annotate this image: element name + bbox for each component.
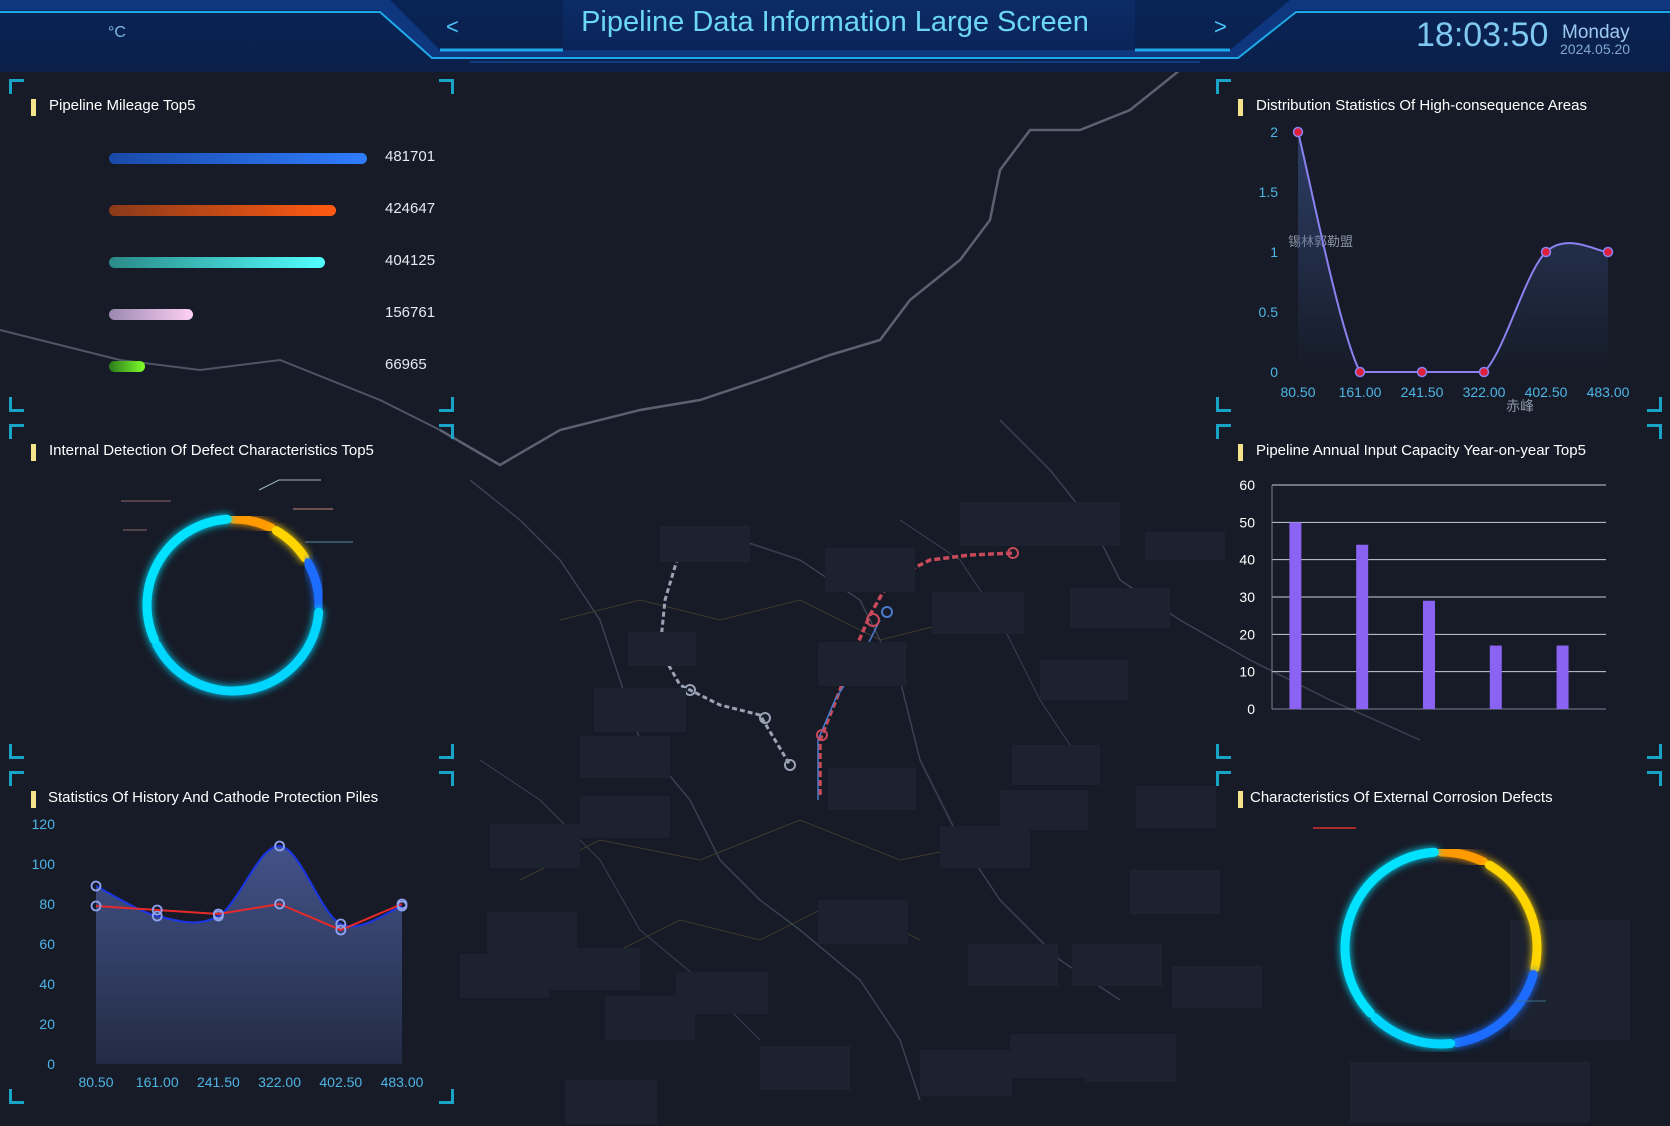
- mileage-bar: [109, 309, 193, 320]
- high-consequence-line-chart[interactable]: 0 0.5 1 1.5 2 80.50 161.00 241.50 322.00 402.50 48…: [1216, 79, 1662, 412]
- y-tick-label: 1: [1270, 244, 1278, 260]
- ring-segment[interactable]: [228, 514, 276, 533]
- ring-segment[interactable]: [1452, 970, 1538, 1048]
- x-tick-label: 483.00: [1587, 384, 1630, 400]
- x-tick-label: 241.50: [1401, 384, 1444, 400]
- x-tick-label: 161.00: [136, 1074, 179, 1090]
- panel-corner: [9, 79, 24, 94]
- mileage-bar: [109, 361, 145, 372]
- panel-annual-input: Pipeline Annual Input Capacity Year-on-y…: [1216, 424, 1662, 759]
- mileage-value: 481701: [385, 148, 436, 165]
- ring-segment[interactable]: [1436, 847, 1489, 867]
- data-point[interactable]: [1540, 246, 1552, 258]
- bar[interactable]: [1489, 645, 1502, 709]
- x-tick-label: 322.00: [258, 1074, 301, 1090]
- ring-segment[interactable]: [142, 514, 232, 645]
- panel-high-consequence: Distribution Statistics Of High-conseque…: [1216, 79, 1662, 412]
- clock-time: 18:03:50: [1416, 16, 1549, 54]
- y-tick-label: 20: [39, 1016, 55, 1032]
- panel-internal-defects: Internal Detection Of Defect Characteris…: [9, 424, 454, 759]
- x-tick-label: 161.00: [1339, 384, 1382, 400]
- line-area-fill: [1298, 132, 1608, 372]
- ring-segment[interactable]: [303, 558, 324, 611]
- ring-segment[interactable]: [1370, 1013, 1456, 1049]
- y-tick-label: 10: [1239, 664, 1255, 680]
- y-tick-label: 0: [1247, 701, 1255, 717]
- y-tick-label: 50: [1239, 514, 1255, 530]
- mileage-value: 156761: [385, 304, 436, 321]
- annual-input-bar-chart[interactable]: 0 10 20 30 40 50 60: [1216, 424, 1662, 759]
- mileage-bar: [109, 153, 367, 164]
- panel-corner: [439, 397, 454, 412]
- data-point[interactable]: [1354, 366, 1366, 378]
- bar[interactable]: [1422, 600, 1435, 709]
- ring-segment[interactable]: [1340, 847, 1439, 1018]
- y-tick-label: 120: [32, 816, 56, 832]
- x-tick-label: 483.00: [381, 1074, 424, 1090]
- bar[interactable]: [1289, 522, 1302, 709]
- data-point[interactable]: [1416, 366, 1428, 378]
- external-corrosion-ring-chart[interactable]: [1216, 771, 1662, 1104]
- ring-segment[interactable]: [152, 607, 324, 696]
- internal-defects-ring-chart[interactable]: [9, 424, 454, 759]
- y-tick-label: 40: [1239, 552, 1255, 568]
- y-tick-label: 30: [1239, 589, 1255, 605]
- leader-line: [258, 479, 321, 491]
- panel-corner: [439, 79, 454, 94]
- panel-pipeline-mileage: Pipeline Mileage Top5 481701 424647 404125…: [9, 79, 454, 412]
- area-fill: [96, 845, 402, 1064]
- mileage-value: 404125: [385, 252, 436, 269]
- data-point[interactable]: [1602, 246, 1614, 258]
- x-tick-label: 80.50: [1280, 384, 1315, 400]
- next-page-button[interactable]: >: [1214, 14, 1227, 40]
- y-tick-label: 1.5: [1259, 184, 1279, 200]
- x-tick-label: 322.00: [1463, 384, 1506, 400]
- y-tick-label: 40: [39, 976, 55, 992]
- y-tick-label: 100: [32, 856, 56, 872]
- x-tick-label: 402.50: [319, 1074, 362, 1090]
- bar[interactable]: [1556, 645, 1569, 709]
- x-tick-label: 402.50: [1525, 384, 1568, 400]
- ring-segment[interactable]: [1484, 860, 1542, 973]
- panel-cathode-protection: Statistics Of History And Cathode Protec…: [9, 771, 454, 1104]
- data-point[interactable]: [1292, 126, 1304, 138]
- mileage-bar: [109, 257, 326, 268]
- data-point[interactable]: [1478, 366, 1490, 378]
- mileage-value: 424647: [385, 200, 436, 217]
- ring-segment[interactable]: [271, 526, 310, 563]
- x-tick-label: 241.50: [197, 1074, 240, 1090]
- y-tick-label: 60: [1239, 477, 1255, 493]
- temperature-unit: °C: [108, 24, 126, 41]
- x-tick-label: 80.50: [78, 1074, 113, 1090]
- bar[interactable]: [1356, 544, 1369, 709]
- y-tick-label: 80: [39, 896, 55, 912]
- title-accent-bar: [31, 99, 36, 116]
- y-tick-label: 0: [1270, 364, 1278, 380]
- y-tick-label: 0: [47, 1056, 55, 1072]
- y-tick-label: 20: [1239, 626, 1255, 642]
- y-tick-label: 0.5: [1259, 304, 1279, 320]
- prev-page-button[interactable]: <: [446, 14, 459, 40]
- mileage-value: 66965: [385, 356, 427, 373]
- date-label: 2024.05.20: [1560, 41, 1631, 57]
- panel-title: Pipeline Mileage Top5: [49, 97, 196, 114]
- y-tick-label: 60: [39, 936, 55, 952]
- mileage-bar: [109, 205, 337, 216]
- panel-external-corrosion: Characteristics Of External Corrosion De…: [1216, 771, 1662, 1104]
- header-bar: Pipeline Data Information Large Screen °…: [0, 0, 1670, 72]
- y-tick-label: 2: [1270, 124, 1278, 140]
- cathode-area-chart[interactable]: 0 20 40 60 80 100 120 80.50 161.00 241.50 322.00 40…: [9, 771, 454, 1104]
- panel-corner: [9, 397, 24, 412]
